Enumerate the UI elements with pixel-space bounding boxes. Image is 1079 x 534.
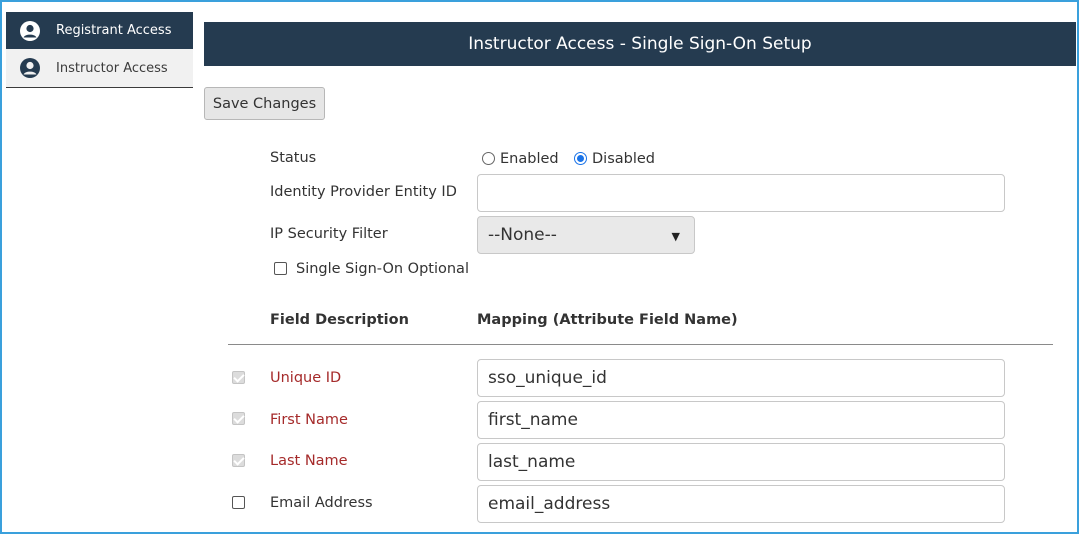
status-enabled-label: Enabled [500, 151, 559, 167]
field-description-header: Field Description [270, 312, 409, 328]
last-name-checkbox [232, 454, 245, 467]
unique-id-checkbox [232, 371, 245, 384]
last-name-mapping-input[interactable] [477, 443, 1005, 481]
status-disabled-radio[interactable] [574, 152, 587, 165]
sidebar-item-registrant-access[interactable]: Registrant Access [6, 12, 193, 49]
user-icon [20, 20, 40, 41]
ip-security-filter-select[interactable]: --None-- ▼ [477, 216, 695, 254]
page-title: Instructor Access - Single Sign-On Setup [204, 22, 1076, 66]
email-address-label: Email Address [270, 495, 373, 511]
idp-entity-id-label: Identity Provider Entity ID [270, 184, 457, 200]
email-address-mapping-input[interactable] [477, 485, 1005, 523]
first-name-mapping-input[interactable] [477, 401, 1005, 439]
sidebar-item-label: Instructor Access [56, 60, 168, 76]
status-disabled-label: Disabled [592, 151, 655, 167]
sidebar-item-label: Registrant Access [56, 23, 172, 38]
sso-optional-label: Single Sign-On Optional [296, 261, 469, 277]
sidebar-item-instructor-access[interactable]: Instructor Access [6, 49, 193, 88]
first-name-checkbox [232, 412, 245, 425]
chevron-down-icon: ▼ [671, 230, 680, 243]
email-address-checkbox[interactable] [232, 496, 245, 509]
unique-id-mapping-input[interactable] [477, 359, 1005, 397]
user-icon [20, 58, 40, 78]
last-name-label: Last Name [270, 453, 348, 469]
status-label: Status [270, 150, 317, 166]
idp-entity-id-input[interactable] [477, 174, 1005, 212]
sso-optional-checkbox[interactable] [274, 262, 287, 275]
mapping-header: Mapping (Attribute Field Name) [477, 312, 738, 328]
ip-security-filter-label: IP Security Filter [270, 226, 388, 242]
divider [228, 344, 1053, 345]
ip-security-filter-value: --None-- [488, 225, 557, 245]
status-enabled-radio[interactable] [482, 152, 495, 165]
sidebar: Registrant Access Instructor Access [6, 12, 193, 88]
unique-id-label: Unique ID [270, 370, 342, 386]
first-name-label: First Name [270, 412, 348, 428]
save-button[interactable]: Save Changes [204, 87, 325, 120]
